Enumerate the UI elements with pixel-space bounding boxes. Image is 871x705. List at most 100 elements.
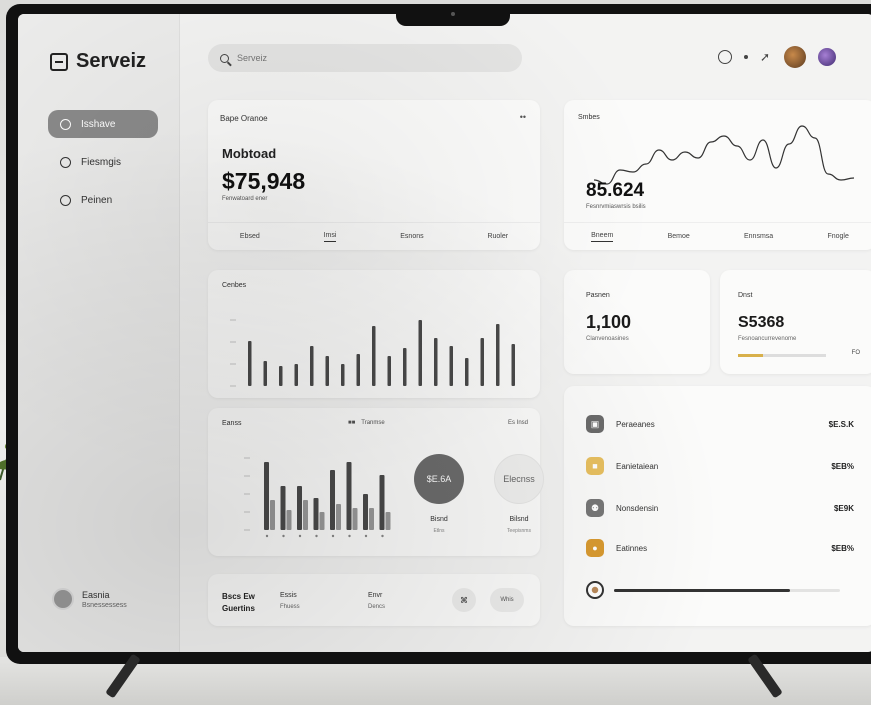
tab[interactable]: Fnogle — [827, 233, 848, 240]
progress-row[interactable] — [586, 581, 840, 599]
summary-card: Bscs Ew Guertins Essis Fhuess Envr Dencs… — [208, 574, 540, 626]
summary-value: Dencs — [368, 604, 386, 610]
item-icon: ■ — [586, 457, 604, 475]
tv-frame: Serveiz Isshave Fiesmgis Peinen Easnia B… — [6, 4, 871, 664]
sidebar-nav: Isshave Fiesmgis Peinen — [48, 110, 158, 224]
clock-icon[interactable] — [718, 50, 732, 64]
revenue-caption: Fenwatoard ener — [222, 196, 268, 202]
brand-name: Serveiz — [76, 50, 147, 72]
list-item[interactable]: ▣ Peraeanes $E.S.K — [586, 412, 854, 436]
bar-series-b — [270, 500, 275, 530]
bar — [310, 346, 314, 386]
item-value: $E9K — [833, 503, 854, 513]
summary-title: Bscs Ew — [222, 592, 255, 601]
kpi-caption: Fesnoancurrevenome — [738, 336, 797, 342]
sidebar-item-2[interactable]: Fiesmgis — [48, 148, 158, 176]
whis-button[interactable]: Whis — [490, 588, 524, 612]
tab[interactable]: Ebsed — [240, 233, 260, 240]
camera-notch — [396, 4, 510, 26]
list-item[interactable]: ⚉ Nonsdensin $E9K — [586, 496, 854, 520]
tab-active[interactable]: Bneem — [591, 232, 614, 242]
user-profile[interactable]: Easnia Bsnessessess — [52, 588, 127, 610]
bar — [387, 356, 391, 386]
series-line — [593, 125, 855, 185]
search-icon — [220, 53, 229, 63]
kpi-value: S5368 — [738, 314, 785, 331]
item-name: Nonsdensin — [616, 503, 659, 513]
bar — [356, 354, 360, 386]
circle-icon — [60, 156, 71, 168]
brand[interactable]: Serveiz — [50, 50, 146, 73]
bar-series-b — [319, 512, 325, 530]
item-icon: ● — [586, 539, 604, 557]
search-bar[interactable] — [208, 44, 522, 72]
line-chart — [593, 125, 855, 185]
bar — [372, 326, 376, 386]
card-subtitle: Mobtoad — [222, 146, 277, 161]
line-value: 85.624 — [586, 180, 645, 201]
bar-series-b — [385, 512, 391, 530]
bar — [263, 361, 267, 386]
donut-label: Bisnd — [430, 516, 448, 523]
x-tick-dot — [364, 534, 368, 538]
kpi-value: 1,100 — [586, 312, 632, 332]
kpi-card: Pasnen 1,100 Clanvenoasines — [564, 270, 710, 374]
bar-series-a — [264, 462, 269, 530]
kpi-percent: FO — [851, 350, 860, 356]
sidebar-item-3[interactable]: Peinen — [48, 186, 158, 214]
search-input[interactable] — [237, 53, 437, 63]
tab[interactable]: Esnons — [400, 233, 423, 240]
sidebar: Serveiz Isshave Fiesmgis Peinen Easnia B… — [18, 14, 180, 652]
line-chart-card: Smbes 85.624 Fesnrvmiaswrsis bsilis Bnee… — [564, 100, 871, 250]
revenue-card: Bape Oranoe •• Mobtoad $75,948 Fenwatoar… — [208, 100, 540, 250]
item-name: Peraeanes — [616, 419, 655, 429]
progress-track[interactable] — [614, 588, 840, 592]
screen: Serveiz Isshave Fiesmgis Peinen Easnia B… — [18, 14, 871, 652]
bar-series-a — [297, 486, 302, 530]
media-icon — [586, 581, 604, 599]
bar — [418, 320, 422, 386]
more-icon[interactable]: •• — [520, 112, 526, 122]
kpi-title: Dnst — [738, 292, 753, 299]
topbar: ➚ — [208, 44, 871, 74]
bar-series-b — [336, 504, 341, 530]
bar — [248, 341, 252, 386]
summary-subtitle: Guertins — [222, 604, 255, 613]
item-name: Eatinnes — [616, 543, 648, 553]
sidebar-item-1[interactable]: Isshave — [48, 110, 158, 138]
tab[interactable]: Ruoler — [487, 233, 508, 240]
send-icon[interactable]: ➚ — [760, 51, 772, 63]
logo-icon — [50, 52, 68, 71]
sidebar-item-label: Isshave — [81, 118, 116, 130]
card-title: Bape Oranoe — [220, 114, 268, 123]
bar — [449, 346, 453, 386]
tab[interactable]: Bemoe — [668, 233, 690, 240]
bar-series-a — [363, 494, 368, 530]
bar-series-a — [280, 486, 286, 530]
bar — [511, 344, 515, 386]
list-item[interactable]: ■ Eanietaiean $EB% — [586, 454, 854, 478]
bar — [403, 348, 407, 386]
bar — [434, 338, 438, 386]
circle-icon — [60, 194, 71, 206]
list-item[interactable]: ● Eatinnes $EB% — [586, 536, 854, 560]
revenue-tabs: Ebsed Imsi Esnons Ruoler — [208, 222, 540, 250]
revenue-value: $75,948 — [222, 168, 306, 194]
sidebar-item-label: Fiesmgis — [81, 156, 122, 168]
legend-secondary: Es Insd — [507, 420, 528, 426]
kpi-progress-fill — [738, 354, 763, 357]
summary-value: Fhuess — [280, 604, 300, 610]
kpi-progress — [738, 354, 826, 357]
tab[interactable]: Ennsmsa — [744, 233, 773, 240]
bar-chart — [230, 319, 515, 387]
donut-label: Bilsnd — [509, 516, 529, 523]
bar-series-b — [352, 508, 358, 530]
bar — [465, 358, 469, 386]
command-icon[interactable]: ⌘ — [452, 588, 476, 612]
item-value: $E.S.K — [828, 419, 854, 429]
bar-series-a — [313, 498, 319, 530]
bar-chart-card: Cenbes — [208, 270, 540, 398]
avatar[interactable] — [784, 46, 806, 68]
avatar-secondary[interactable] — [818, 48, 836, 66]
tab-active[interactable]: Imsi — [323, 232, 337, 242]
